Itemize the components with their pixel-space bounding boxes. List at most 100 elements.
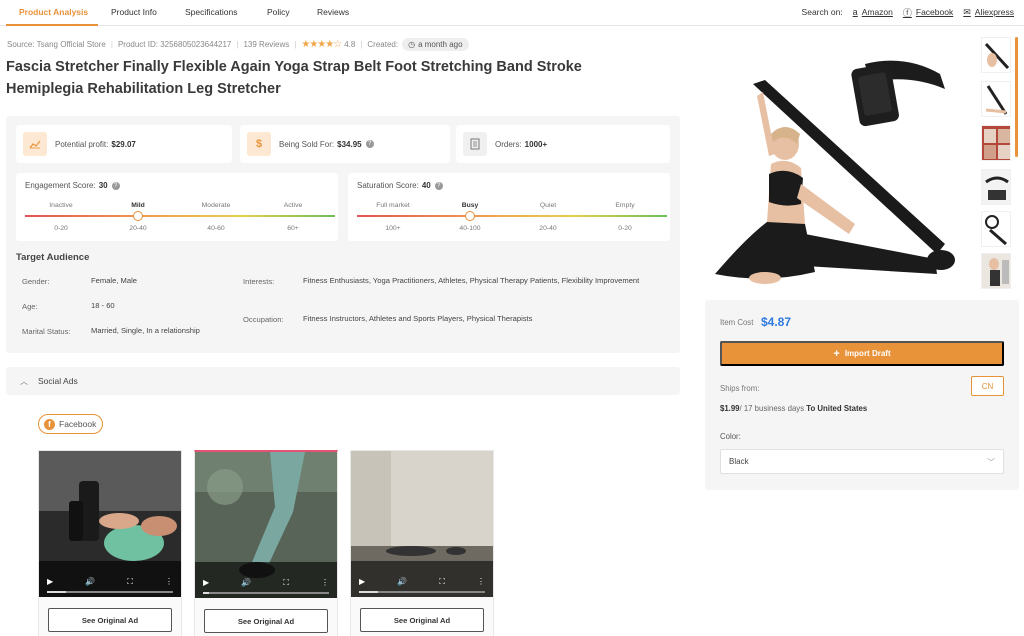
shipping-info: $1.99/ 17 business days To United States: [720, 404, 868, 413]
potential-profit-card: Potential profit: $29.07: [16, 125, 232, 163]
item-cost-label: Item Cost: [720, 318, 754, 327]
thumbnail-scrollbar[interactable]: [1015, 37, 1018, 157]
product-meta: Source: Tsang Official Store | Product I…: [7, 37, 469, 51]
product-main-image: [705, 34, 975, 290]
saturation-range: 100+: [385, 225, 401, 232]
active-tab-indicator: [6, 24, 98, 26]
marital-status-value: Married, Single, In a relationship: [91, 326, 200, 335]
fullscreen-icon[interactable]: ⛶: [439, 577, 445, 587]
age-label: Age:: [22, 302, 38, 311]
import-panel: Item Cost $4.87 + Import Draft Ships from…: [705, 300, 1019, 490]
reviews-count[interactable]: 139 Reviews: [243, 40, 289, 49]
saturation-slider-knob: [465, 211, 475, 221]
saturation-level: Quiet: [539, 202, 557, 209]
gender-value: Female, Male: [91, 276, 138, 285]
social-ads-header[interactable]: ︿ Social Ads: [6, 367, 680, 395]
facebook-filter-tag[interactable]: f Facebook: [38, 414, 104, 434]
search-amazon-link[interactable]: a Amazon: [853, 7, 893, 17]
interests-value: Fitness Enthusiasts, Yoga Practitioners,…: [303, 276, 640, 285]
thumbnail[interactable]: [981, 253, 1011, 289]
ships-from-label: Ships from:: [720, 384, 760, 393]
video-controls: ▶ 🔊 ⛶ ⋮: [203, 578, 329, 588]
facebook-icon: f: [44, 418, 55, 430]
help-icon[interactable]: ?: [111, 181, 120, 190]
fullscreen-icon[interactable]: ⛶: [283, 578, 289, 588]
see-original-ad-button[interactable]: See Original Ad: [360, 608, 484, 632]
search-facebook-link[interactable]: ⓕ Facebook: [903, 6, 953, 19]
tab-product-info[interactable]: Product Info: [111, 7, 157, 17]
more-icon[interactable]: ⋮: [321, 578, 329, 588]
engagement-level-selected: Mild: [131, 202, 145, 209]
see-original-ad-button[interactable]: See Original Ad: [48, 608, 172, 632]
help-icon[interactable]: ?: [365, 140, 374, 148]
source-text: Source: Tsang Official Store: [7, 39, 106, 49]
search-on: Search on: a Amazon ⓕ Facebook ✉ Aliexpress: [802, 5, 1024, 19]
saturation-range: 40-100: [459, 225, 481, 232]
thumbnail[interactable]: [981, 125, 1011, 161]
more-icon[interactable]: ⋮: [477, 577, 485, 587]
engagement-level: Inactive: [49, 202, 73, 209]
engagement-range: 60+: [287, 225, 299, 232]
play-icon[interactable]: ▶: [47, 577, 53, 587]
volume-icon[interactable]: 🔊: [397, 577, 407, 587]
mail-icon: ✉: [963, 6, 971, 17]
video-progress[interactable]: [47, 591, 173, 593]
ad-video[interactable]: ▶ 🔊 ⛶ ⋮: [39, 451, 181, 597]
video-controls: ▶ 🔊 ⛶ ⋮: [47, 577, 173, 587]
saturation-score-card: Saturation Score: 40? Full market Busy Qu…: [348, 173, 670, 241]
target-audience-title: Target Audience: [16, 252, 90, 263]
ad-video[interactable]: ▶ 🔊 ⛶ ⋮: [351, 451, 493, 597]
engagement-range: 20-40: [129, 225, 147, 232]
social-ads-title: Social Ads: [38, 376, 78, 386]
ad-video[interactable]: ▶ 🔊 ⛶ ⋮: [195, 452, 337, 598]
volume-icon[interactable]: 🔊: [85, 577, 95, 587]
amazon-icon: a: [852, 7, 858, 17]
tab-product-analysis[interactable]: Product Analysis: [19, 7, 88, 17]
tab-reviews[interactable]: Reviews: [317, 7, 349, 17]
play-icon[interactable]: ▶: [203, 578, 209, 588]
chevron-up-icon: ︿: [20, 377, 28, 386]
document-icon: [463, 132, 487, 156]
saturation-level: Empty: [615, 202, 635, 209]
see-original-ad-button[interactable]: See Original Ad: [204, 609, 328, 633]
help-icon[interactable]: ?: [434, 181, 443, 190]
video-progress[interactable]: [203, 592, 329, 594]
ships-from-cn-button[interactable]: CN: [971, 376, 1004, 396]
video-controls: ▶ 🔊 ⛶ ⋮: [359, 577, 485, 587]
engagement-gradient-bar: [25, 215, 335, 217]
thumbnail[interactable]: [981, 81, 1011, 117]
thumbnail[interactable]: [981, 211, 1011, 247]
marital-status-label: Marital Status:: [22, 327, 71, 336]
play-icon[interactable]: ▶: [359, 577, 365, 587]
rating-value: 4.8: [344, 39, 356, 49]
clock-icon: ◷: [408, 39, 416, 49]
product-title: Fascia Stretcher Finally Flexible Again …: [6, 59, 582, 97]
orders-card: Orders: 1000+: [456, 125, 670, 163]
tab-policy[interactable]: Policy: [267, 7, 290, 17]
tab-specifications[interactable]: Specifications: [185, 7, 237, 17]
star-rating-icon: ★★★★☆: [301, 38, 342, 50]
color-select[interactable]: Black ﹀: [720, 449, 1004, 474]
created-badge: ◷ a month ago: [402, 37, 469, 51]
more-icon[interactable]: ⋮: [165, 577, 173, 587]
color-label: Color:: [720, 432, 741, 441]
volume-icon[interactable]: 🔊: [241, 578, 251, 588]
age-value: 18 - 60: [91, 301, 115, 310]
plus-icon: +: [833, 347, 840, 360]
thumbnail[interactable]: [981, 169, 1011, 205]
engagement-slider-knob: [133, 211, 143, 221]
saturation-score-value: 40: [421, 181, 431, 190]
gender-label: Gender:: [22, 277, 50, 286]
engagement-level: Moderate: [201, 202, 231, 209]
thumbnail[interactable]: [981, 37, 1011, 73]
ad-card: ▶ 🔊 ⛶ ⋮ See Original Ad: [194, 450, 338, 636]
engagement-range: 0-20: [54, 225, 68, 232]
video-progress[interactable]: [359, 591, 485, 593]
chart-line-icon: [23, 132, 47, 156]
search-aliexpress-link[interactable]: ✉ Aliexpress: [963, 7, 1014, 18]
engagement-score-card: Engagement Score: 30? Inactive Mild Moder…: [16, 173, 338, 241]
import-draft-button[interactable]: + Import Draft: [720, 341, 1004, 366]
fullscreen-icon[interactable]: ⛶: [127, 577, 133, 587]
engagement-range: 40-60: [207, 225, 225, 232]
ad-card: ▶ 🔊 ⛶ ⋮ See Original Ad: [38, 450, 182, 636]
